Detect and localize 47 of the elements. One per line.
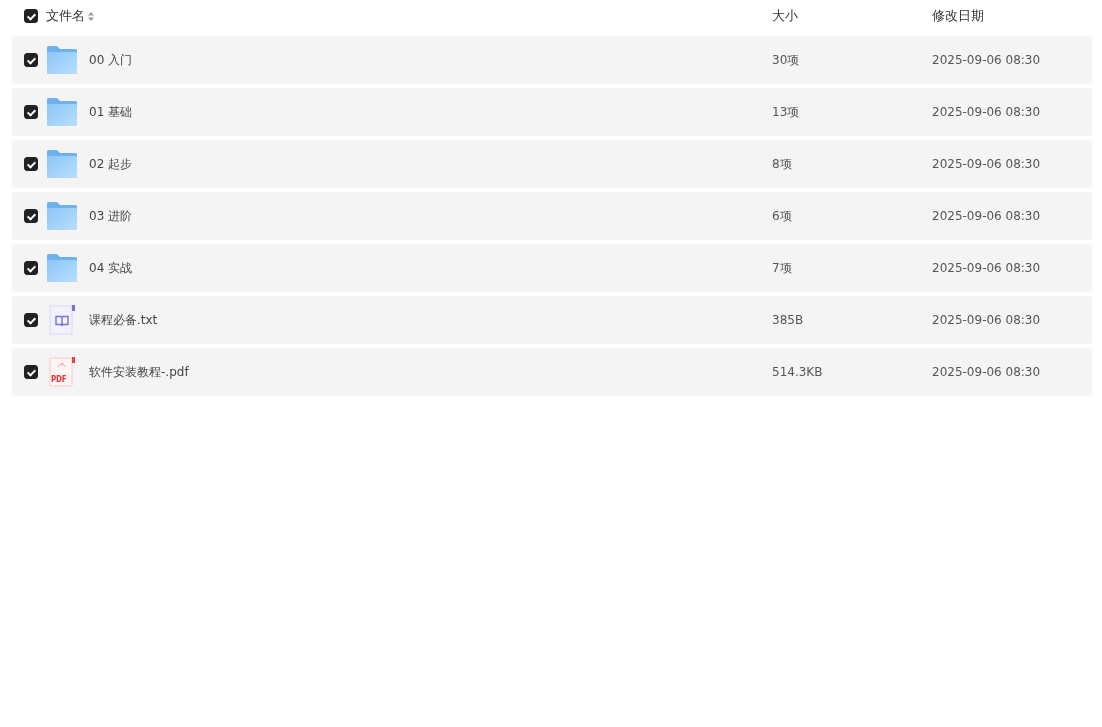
- modified-date: 2025-09-06 08:30: [932, 157, 1041, 171]
- file-name[interactable]: 课程必备.txt: [89, 311, 158, 329]
- row-checkbox[interactable]: [24, 261, 38, 275]
- book-document-icon: [49, 305, 75, 335]
- file-row[interactable]: 02 起步 8项 2025-09-06 08:30: [12, 140, 1092, 188]
- file-name[interactable]: 01 基础: [89, 103, 133, 121]
- folder-icon: [47, 98, 77, 126]
- row-checkbox[interactable]: [24, 209, 38, 223]
- modified-date: 2025-09-06 08:30: [932, 105, 1041, 119]
- file-size: 6项: [772, 208, 792, 223]
- modified-date: 2025-09-06 08:30: [932, 53, 1041, 67]
- file-size: 7项: [772, 260, 792, 275]
- row-checkbox[interactable]: [24, 105, 38, 119]
- select-all-checkbox[interactable]: [24, 9, 38, 23]
- file-name[interactable]: 03 进阶: [89, 207, 133, 225]
- folder-icon: [47, 254, 77, 282]
- modified-date: 2025-09-06 08:30: [932, 209, 1041, 223]
- file-name[interactable]: 02 起步: [89, 155, 133, 173]
- file-name[interactable]: 软件安装教程-.pdf: [89, 363, 189, 381]
- column-header[interactable]: 文件名: [46, 7, 85, 25]
- file-row[interactable]: 课程必备.txt 385B 2025-09-06 08:30: [12, 296, 1092, 344]
- sort-icon[interactable]: [88, 11, 94, 21]
- row-checkbox[interactable]: [24, 157, 38, 171]
- modified-date: 2025-09-06 08:30: [932, 261, 1041, 275]
- modified-date: 2025-09-06 08:30: [932, 313, 1041, 327]
- file-row[interactable]: 00 入门 30项 2025-09-06 08:30: [12, 36, 1092, 84]
- row-checkbox[interactable]: [24, 365, 38, 379]
- file-size: 13项: [772, 104, 800, 119]
- column-header: 大小: [772, 8, 798, 23]
- row-checkbox[interactable]: [24, 313, 38, 327]
- file-name[interactable]: 00 入门: [89, 51, 133, 69]
- file-name[interactable]: 04 实战: [89, 259, 133, 277]
- modified-date: 2025-09-06 08:30: [932, 365, 1041, 379]
- folder-icon: [47, 150, 77, 178]
- file-row[interactable]: 04 实战 7项 2025-09-06 08:30: [12, 244, 1092, 292]
- file-size: 514.3KB: [772, 365, 823, 379]
- file-size: 30项: [772, 52, 800, 67]
- file-size: 8项: [772, 156, 792, 171]
- row-checkbox[interactable]: [24, 53, 38, 67]
- folder-icon: [47, 202, 77, 230]
- column-header: 修改日期: [932, 8, 984, 23]
- file-row[interactable]: 01 基础 13项 2025-09-06 08:30: [12, 88, 1092, 136]
- file-size: 385B: [772, 313, 804, 327]
- file-row[interactable]: PDF 软件安装教程-.pdf 514.3KB 2025-09-06 08:30: [12, 348, 1092, 396]
- pdf-file-icon: PDF: [49, 357, 75, 387]
- folder-icon: [47, 46, 77, 74]
- file-row[interactable]: 03 进阶 6项 2025-09-06 08:30: [12, 192, 1092, 240]
